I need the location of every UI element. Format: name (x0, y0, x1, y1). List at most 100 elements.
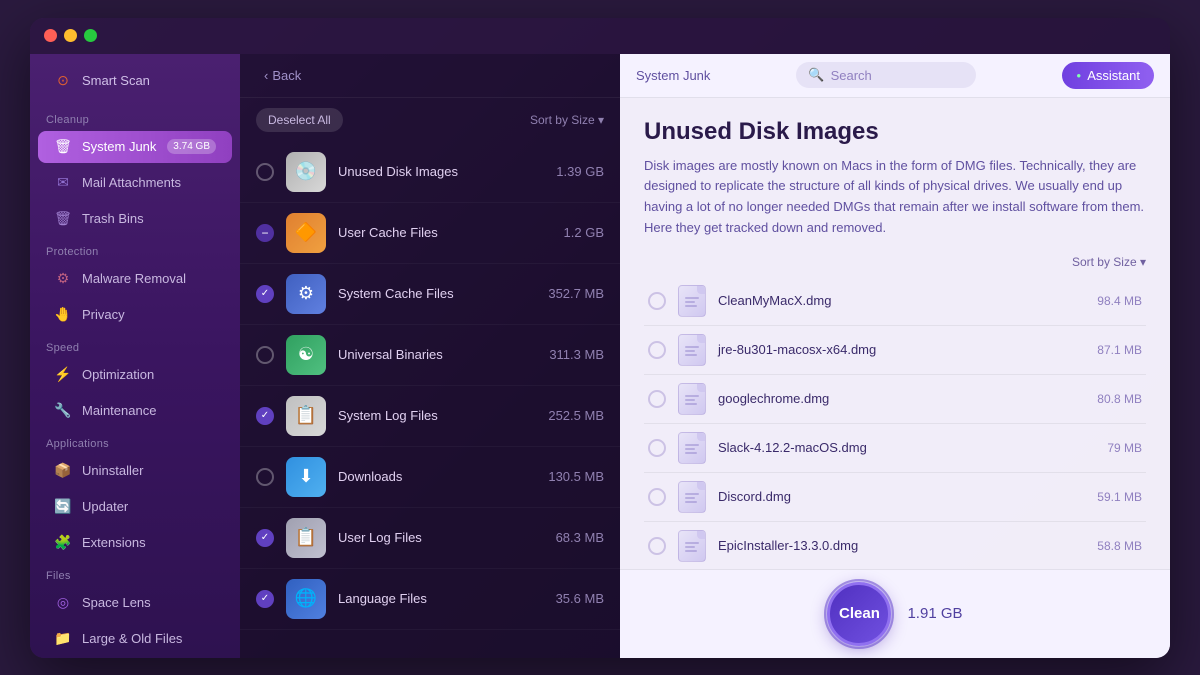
file-checkbox[interactable] (256, 590, 274, 608)
maximize-button[interactable] (84, 29, 97, 42)
file-name: User Log Files (338, 530, 422, 545)
dmg-checkbox[interactable] (648, 341, 666, 359)
file-checkbox[interactable] (256, 285, 274, 303)
file-list-item[interactable]: 🔶 User Cache Files 1.2 GB (240, 203, 620, 264)
dmg-line-1 (685, 542, 699, 544)
file-size: 130.5 MB (548, 469, 604, 484)
deselect-all-button[interactable]: Deselect All (256, 108, 343, 132)
dmg-line-3 (685, 501, 697, 503)
sidebar-item-updater[interactable]: 🔄 Updater (38, 491, 232, 523)
file-icon: 🌐 (286, 579, 326, 619)
section-label-files: Files (30, 566, 240, 584)
file-list-item[interactable]: ⬇ Downloads 130.5 MB (240, 447, 620, 508)
left-panel-actions: Deselect All Sort by Size ▾ (240, 98, 620, 142)
dmg-file-name: jre-8u301-macosx-x64.dmg (718, 342, 1085, 357)
file-size: 1.39 GB (556, 164, 604, 179)
sidebar-item-extensions[interactable]: 🧩 Extensions (38, 527, 232, 559)
sidebar-item-space-lens[interactable]: ◎ Space Lens (38, 587, 232, 619)
file-checkbox[interactable] (256, 468, 274, 486)
back-button[interactable]: ‹ Back (256, 64, 309, 87)
content-right-panel: System Junk 🔍 ● Assistant Unused Disk Im… (620, 54, 1170, 658)
file-list-item[interactable]: 📋 User Log Files 68.3 MB (240, 508, 620, 569)
dmg-line-1 (685, 346, 699, 348)
sidebar-item-label: System Junk (82, 139, 156, 154)
dmg-icon-lines (681, 291, 703, 311)
file-size: 35.6 MB (556, 591, 604, 606)
file-icon: 🔶 (286, 213, 326, 253)
file-checkbox[interactable] (256, 346, 274, 364)
smart-scan-label: Smart Scan (82, 73, 150, 88)
sidebar-item-label: Space Lens (82, 595, 151, 610)
sidebar-item-malware-removal[interactable]: ⚙ Malware Removal (38, 263, 232, 295)
dmg-checkbox[interactable] (648, 488, 666, 506)
dmg-list-item[interactable]: Discord.dmg 59.1 MB (644, 473, 1146, 522)
dmg-line-1 (685, 493, 699, 495)
dmg-line-3 (685, 403, 697, 405)
search-input[interactable] (831, 68, 965, 83)
dmg-file-size: 79 MB (1107, 441, 1142, 455)
file-list-item[interactable]: 🌐 Language Files 35.6 MB (240, 569, 620, 630)
close-button[interactable] (44, 29, 57, 42)
minimize-button[interactable] (64, 29, 77, 42)
mail-icon: ✉ (54, 174, 72, 192)
file-icon: ☯ (286, 335, 326, 375)
sidebar-item-system-junk[interactable]: 🗑 System Junk 3.74 GB (38, 131, 232, 163)
dmg-file-icon (678, 481, 706, 513)
dmg-file-list: CleanMyMacX.dmg 98.4 MB jre-8u301-macosx… (644, 277, 1146, 569)
assistant-label: Assistant (1087, 68, 1140, 83)
sidebar-item-optimization[interactable]: ⚡ Optimization (38, 359, 232, 391)
dmg-list-item[interactable]: CleanMyMacX.dmg 98.4 MB (644, 277, 1146, 326)
sidebar-item-label: Mail Attachments (82, 175, 181, 190)
dmg-list-item[interactable]: jre-8u301-macosx-x64.dmg 87.1 MB (644, 326, 1146, 375)
section-label-speed: Speed (30, 338, 240, 356)
section-title: Unused Disk Images (644, 118, 1146, 146)
assistant-button[interactable]: ● Assistant (1062, 62, 1154, 89)
updater-icon: 🔄 (54, 498, 72, 516)
clean-button[interactable]: Clean (827, 582, 891, 646)
dmg-line-2 (685, 301, 695, 303)
dmg-list-item[interactable]: Slack-4.12.2-macOS.dmg 79 MB (644, 424, 1146, 473)
sidebar-item-privacy[interactable]: 🤚 Privacy (38, 299, 232, 331)
file-list-item[interactable]: 💿 Unused Disk Images 1.39 GB (240, 142, 620, 203)
system-junk-badge: 3.74 GB (167, 139, 216, 154)
file-checkbox[interactable] (256, 163, 274, 181)
dmg-file-size: 58.8 MB (1097, 539, 1142, 553)
sidebar-item-trash-bins[interactable]: 🗑 Trash Bins (38, 203, 232, 235)
dmg-checkbox[interactable] (648, 292, 666, 310)
sidebar-item-label: Large & Old Files (82, 631, 182, 646)
sidebar-item-mail-attachments[interactable]: ✉ Mail Attachments (38, 167, 232, 199)
file-list-item[interactable]: ⚙ System Cache Files 352.7 MB (240, 264, 620, 325)
dmg-checkbox[interactable] (648, 439, 666, 457)
dmg-checkbox[interactable] (648, 537, 666, 555)
malware-icon: ⚙ (54, 270, 72, 288)
file-list-item[interactable]: ☯ Universal Binaries 311.3 MB (240, 325, 620, 386)
sidebar-item-label: Optimization (82, 367, 154, 382)
dmg-line-3 (685, 354, 697, 356)
back-label: Back (272, 68, 301, 83)
title-bar (30, 18, 1170, 54)
sidebar-item-large-old-files[interactable]: 📁 Large & Old Files (38, 623, 232, 655)
dmg-line-2 (685, 448, 695, 450)
dmg-line-1 (685, 297, 699, 299)
dmg-file-icon (678, 432, 706, 464)
sidebar-item-uninstaller[interactable]: 📦 Uninstaller (38, 455, 232, 487)
dmg-file-icon (678, 334, 706, 366)
sidebar-item-maintenance[interactable]: 🔧 Maintenance (38, 395, 232, 427)
maintenance-icon: 🔧 (54, 402, 72, 420)
file-checkbox[interactable] (256, 224, 274, 242)
dmg-list-item[interactable]: EpicInstaller-13.3.0.dmg 58.8 MB (644, 522, 1146, 569)
file-list-item[interactable]: 📋 System Log Files 252.5 MB (240, 386, 620, 447)
sort-by-size-label[interactable]: Sort by Size ▾ (530, 113, 604, 127)
sidebar-item-label: Uninstaller (82, 463, 143, 478)
sidebar-item-smart-scan[interactable]: ⊙ Smart Scan (38, 64, 232, 98)
file-size: 352.7 MB (548, 286, 604, 301)
right-sort-label[interactable]: Sort by Size ▾ (1072, 255, 1146, 269)
file-checkbox[interactable] (256, 407, 274, 425)
file-checkbox[interactable] (256, 529, 274, 547)
section-label-applications: Applications (30, 434, 240, 452)
dmg-list-item[interactable]: googlechrome.dmg 80.8 MB (644, 375, 1146, 424)
file-name: Language Files (338, 591, 427, 606)
dmg-checkbox[interactable] (648, 390, 666, 408)
section-label-protection: Protection (30, 242, 240, 260)
search-box[interactable]: 🔍 (796, 62, 976, 88)
